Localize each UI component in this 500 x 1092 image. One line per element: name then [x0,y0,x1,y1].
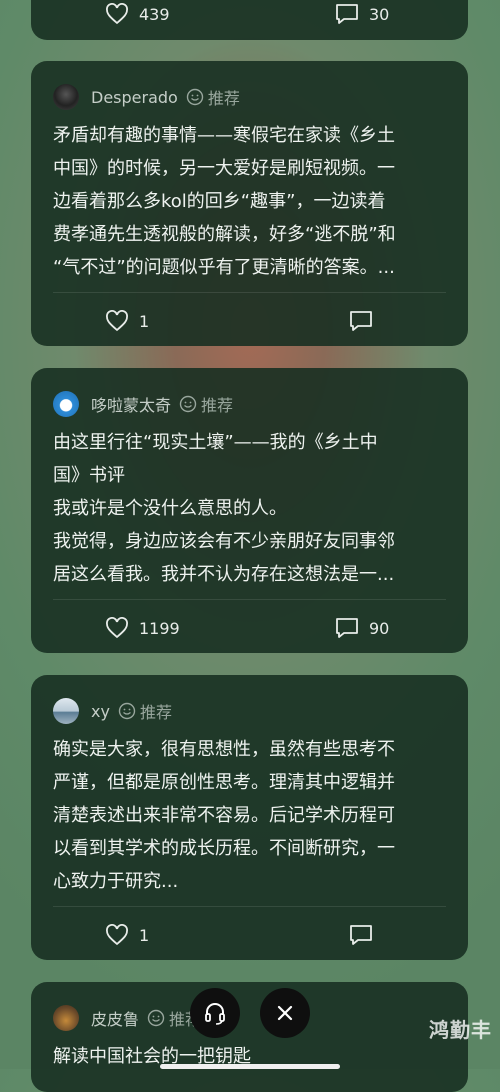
recommend-tag: 推荐 [179,392,233,416]
comment-button[interactable] [349,310,383,332]
like-button[interactable]: 1199 [105,617,180,639]
post-card[interactable]: Desperado 推荐 矛盾却有趣的事情——寒假宅在家读《乡土 中国》的时候，… [31,61,468,346]
post-card[interactable]: 皮皮鲁 推荐 解读中国社会的一把钥匙 [31,982,468,1092]
comment-count: 90 [369,618,390,638]
recommend-tag: 推荐 [186,85,240,109]
like-count: 1 [139,311,150,331]
text-line: 心致力于研究... [53,871,179,892]
text-line: 矛盾却有趣的事情——寒假宅在家读《乡土 [53,125,395,146]
text-line: 中国》的时候，另一大爱好是刷短视频。一 [53,158,395,179]
smile-icon [118,702,136,720]
like-button[interactable]: 1 [105,310,149,332]
heart-icon [106,3,128,25]
divider [53,599,446,600]
like-button[interactable]: 439 [105,3,170,25]
post-card-top: 439 30 [31,0,468,40]
text-line: 确实是大家，很有思想性，虽然有些思考不 [53,739,395,760]
divider [53,292,446,293]
avatar[interactable] [53,84,79,110]
text-line: 居这么看我。我并不认为存在这想法是一... [53,564,395,585]
avatar[interactable] [53,1005,79,1031]
avatar[interactable] [53,391,79,417]
comment-button[interactable] [349,924,383,946]
text-line: 费孝通先生透视般的解读，好多“逃不脱”和 [53,224,396,245]
like-count: 1199 [139,618,180,638]
post-header: Desperado 推荐 [53,83,240,111]
username[interactable]: 哆啦蒙太奇 [91,392,171,416]
text-line: 我觉得，身边应该会有不少亲朋好友同事邻 [53,531,395,552]
home-indicator [160,1064,340,1069]
text-line: 国》书评 [53,465,125,486]
recommend-label: 推荐 [207,89,240,108]
heart-icon [106,924,128,946]
post-header: 皮皮鲁 推荐 [53,1004,201,1032]
heart-icon [106,617,128,639]
post-excerpt[interactable]: 由这里行往“现实土壤”——我的《乡土中 国》书评 我或许是个没什么意思的人。 我… [53,426,446,591]
post-header: 哆啦蒙太奇 推荐 [53,390,233,418]
recommend-tag: 推荐 [118,699,172,723]
heart-icon [106,310,128,332]
username[interactable]: 皮皮鲁 [91,1006,139,1030]
post-excerpt[interactable]: 确实是大家，很有思想性，虽然有些思考不 严谨，但都是原创性思考。理清其中逻辑并 … [53,733,446,898]
close-icon [277,1005,293,1021]
text-line: 清楚表述出来非常不容易。后记学术历程可 [53,805,395,826]
text-line: 严谨，但都是原创性思考。理清其中逻辑并 [53,772,395,793]
text-line: 边看着那么多kol的回乡“趣事”，一边读着 [53,191,386,212]
divider [53,906,446,907]
text-line: 以看到其学术的成长历程。不间断研究，一 [53,838,395,859]
close-button[interactable] [260,988,310,1038]
headphone-icon [205,1003,225,1025]
smile-icon [186,88,204,106]
comment-icon [336,4,358,24]
text-line: 由这里行往“现实土壤”——我的《乡土中 [53,432,378,453]
username[interactable]: Desperado [91,88,178,107]
recommend-label: 推荐 [139,703,172,722]
comment-icon [350,311,372,331]
smile-icon [179,395,197,413]
like-count: 439 [139,4,170,24]
text-line: 我或许是个没什么意思的人。 [53,498,287,519]
watermark: 鸿勤丰 [429,1018,492,1042]
like-button[interactable]: 1 [105,924,149,946]
avatar[interactable] [53,698,79,724]
headphone-button[interactable] [190,988,240,1038]
username[interactable]: xy [91,702,110,721]
recommend-label: 推荐 [201,396,234,415]
post-header: xy 推荐 [53,697,172,725]
post-excerpt[interactable]: 矛盾却有趣的事情——寒假宅在家读《乡土 中国》的时候，另一大爱好是刷短视频。一 … [53,119,446,284]
comment-button[interactable]: 90 [335,617,389,639]
smile-icon [147,1009,165,1027]
like-count: 1 [139,925,150,945]
comment-icon [336,618,358,638]
comment-button[interactable]: 30 [335,3,389,25]
comment-count: 30 [369,4,390,24]
post-card[interactable]: 哆啦蒙太奇 推荐 由这里行往“现实土壤”——我的《乡土中 国》书评 我或许是个没… [31,368,468,653]
text-line: “气不过”的问题似乎有了更清晰的答案。... [53,257,395,278]
comment-icon [350,925,372,945]
post-card[interactable]: xy 推荐 确实是大家，很有思想性，虽然有些思考不 严谨，但都是原创性思考。理清… [31,675,468,960]
